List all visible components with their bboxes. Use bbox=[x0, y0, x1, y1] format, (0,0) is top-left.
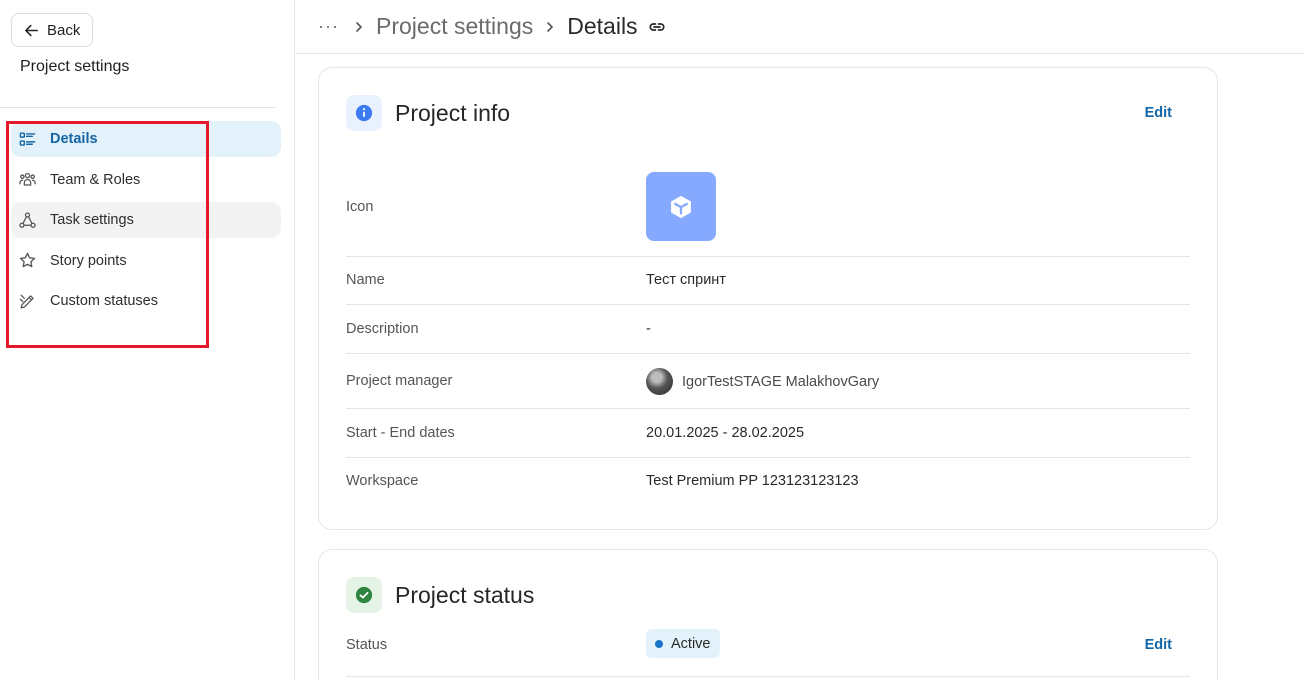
info-row-manager: Project manager IgorTestSTAGE MalakhovGa… bbox=[346, 354, 1190, 409]
breadcrumb-more-button[interactable]: ··· bbox=[318, 16, 342, 37]
info-icon bbox=[346, 95, 382, 131]
back-button[interactable]: Back bbox=[11, 13, 93, 47]
back-button-label: Back bbox=[47, 21, 81, 39]
check-circle-icon bbox=[346, 577, 382, 613]
project-info-header: Project info bbox=[346, 95, 510, 131]
project-info-rows: Icon Name Тест спринт Description - Proj… bbox=[346, 163, 1190, 506]
manager-value: IgorTestSTAGE MalakhovGary bbox=[646, 368, 879, 395]
sidebar: Back Project settings Details Team & Rol… bbox=[0, 0, 295, 680]
list-details-icon bbox=[19, 131, 36, 146]
app-root: Back Project settings Details Team & Rol… bbox=[0, 0, 1304, 680]
status-dot bbox=[655, 639, 663, 648]
cube-icon bbox=[646, 172, 716, 241]
chevron-right-icon bbox=[342, 21, 376, 33]
avatar bbox=[646, 368, 673, 395]
workflow-icon bbox=[19, 211, 36, 228]
sidebar-item-task-settings[interactable]: Task settings bbox=[11, 202, 281, 238]
sidebar-item-custom-statuses[interactable]: Custom statuses bbox=[11, 283, 281, 319]
project-status-card: Project status Status Active Edit bbox=[318, 549, 1218, 680]
status-value: Active bbox=[671, 635, 711, 652]
project-info-title: Project info bbox=[395, 99, 511, 126]
sidebar-item-label: Task settings bbox=[50, 212, 134, 228]
description-value: - bbox=[646, 321, 651, 337]
breadcrumb: ··· Project settings Details bbox=[296, 0, 1304, 54]
star-icon bbox=[19, 252, 36, 268]
info-row-icon: Icon bbox=[346, 163, 1190, 257]
arrow-left-icon bbox=[25, 24, 38, 36]
chevron-right-icon bbox=[533, 21, 567, 33]
sidebar-item-details[interactable]: Details bbox=[11, 121, 281, 157]
sidebar-item-label: Details bbox=[50, 131, 98, 147]
settings-nav: Details Team & Roles Task settings Story… bbox=[11, 121, 281, 324]
name-value: Тест спринт bbox=[646, 272, 726, 288]
sidebar-item-label: Team & Roles bbox=[50, 171, 141, 188]
sidebar-title: Project settings bbox=[20, 58, 130, 75]
status-row: Status Active Edit bbox=[346, 623, 1190, 677]
project-status-title: Project status bbox=[395, 581, 535, 608]
info-row-name: Name Тест спринт bbox=[346, 257, 1190, 305]
dates-value: 20.01.2025 - 28.02.2025 bbox=[646, 425, 805, 441]
status-label: Status bbox=[346, 637, 388, 653]
workspace-label: Workspace bbox=[346, 473, 419, 489]
dates-label: Start - End dates bbox=[346, 425, 455, 441]
sidebar-divider bbox=[0, 107, 276, 108]
sidebar-item-team-roles[interactable]: Team & Roles bbox=[11, 162, 281, 198]
pencil-edit-icon bbox=[19, 294, 34, 308]
manager-name: IgorTestSTAGE MalakhovGary bbox=[682, 373, 880, 390]
breadcrumb-details: Details bbox=[567, 13, 638, 39]
project-info-card: Project info Edit Icon Name Тест спринт bbox=[318, 67, 1218, 530]
sidebar-item-label: Custom statuses bbox=[50, 293, 158, 309]
project-icon-value[interactable] bbox=[646, 172, 716, 241]
team-icon bbox=[19, 172, 36, 186]
info-row-workspace: Workspace Test Premium PP 123123123123 bbox=[346, 458, 1190, 506]
sidebar-item-story-points[interactable]: Story points bbox=[11, 243, 281, 279]
project-status-header: Project status bbox=[346, 577, 534, 613]
info-row-description: Description - bbox=[346, 305, 1190, 354]
status-badge: Active bbox=[646, 629, 720, 658]
name-label: Name bbox=[346, 272, 385, 288]
info-row-dates: Start - End dates 20.01.2025 - 28.02.202… bbox=[346, 409, 1190, 458]
main-content: Project info Edit Icon Name Тест спринт bbox=[296, 55, 1304, 680]
sidebar-item-label: Story points bbox=[50, 252, 127, 269]
icon-label: Icon bbox=[346, 199, 374, 215]
project-info-edit-button[interactable]: Edit bbox=[1145, 105, 1172, 121]
workspace-value: Test Premium PP 123123123123 bbox=[646, 473, 859, 489]
link-icon[interactable] bbox=[648, 18, 666, 36]
manager-label: Project manager bbox=[346, 373, 453, 389]
breadcrumb-project-settings[interactable]: Project settings bbox=[376, 13, 533, 40]
description-label: Description bbox=[346, 321, 419, 337]
project-status-edit-button[interactable]: Edit bbox=[1145, 637, 1172, 653]
